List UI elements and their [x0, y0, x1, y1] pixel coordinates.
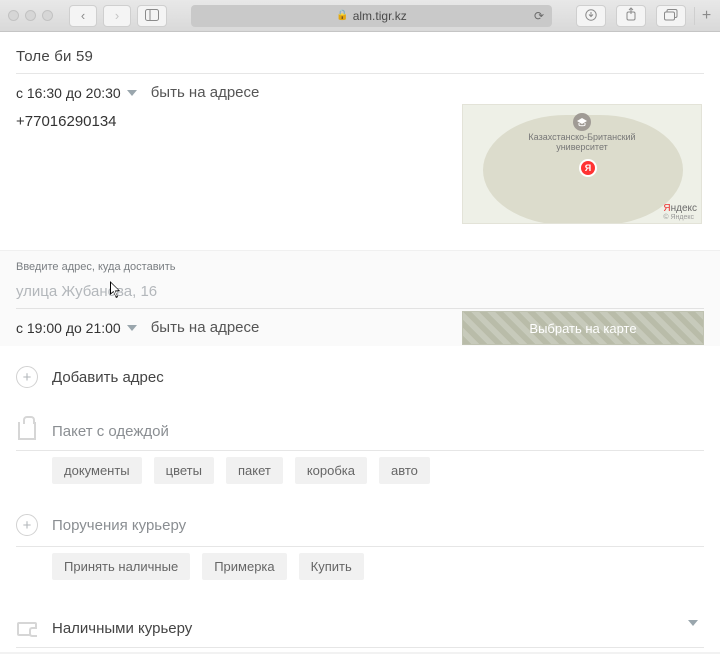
share-icon [625, 7, 637, 24]
nav-forward-button[interactable]: › [103, 5, 131, 27]
pickup-time-select[interactable]: с 16:30 до 20:30 [16, 85, 137, 101]
pickup-address: Толе би 59 [16, 48, 704, 65]
payment-title: Наличными курьеру [52, 620, 192, 637]
reload-icon[interactable]: ⟳ [534, 9, 544, 23]
wallet-icon [17, 622, 37, 636]
lock-icon: 🔒 [336, 10, 348, 21]
add-task-button[interactable]: + [16, 514, 38, 536]
window-controls [8, 10, 53, 21]
chevron-left-icon: ‹ [81, 8, 85, 23]
pickup-time-label: с 16:30 до 20:30 [16, 85, 121, 101]
chip-fitting[interactable]: Примерка [202, 553, 286, 580]
chip-box[interactable]: коробка [295, 457, 367, 484]
chip-buy[interactable]: Купить [299, 553, 364, 580]
add-address-button[interactable]: + [16, 366, 38, 388]
chevron-down-icon [688, 620, 698, 642]
chevron-right-icon: › [115, 8, 119, 23]
chip-accept-cash[interactable]: Принять наличные [52, 553, 190, 580]
window-close-dot[interactable] [8, 10, 19, 21]
chevron-down-icon [127, 90, 137, 96]
share-button[interactable] [616, 5, 646, 27]
tasks-chips: Принять наличные Примерка Купить [16, 547, 704, 586]
pickup-note: быть на адресе [151, 84, 260, 101]
tasks-title: Поручения курьеру [52, 517, 186, 534]
package-title: Пакет с одеждой [52, 423, 169, 440]
delivery-address-label: Введите адрес, куда доставить [16, 261, 704, 273]
choose-on-map-button[interactable]: Выбрать на карте [462, 311, 704, 345]
graduation-cap-icon [573, 113, 591, 131]
downloads-button[interactable] [576, 5, 606, 27]
chip-bag[interactable]: пакет [226, 457, 283, 484]
bag-icon [18, 422, 36, 440]
delivery-time-select[interactable]: с 19:00 до 21:00 [16, 320, 137, 336]
chevron-down-icon [127, 325, 137, 331]
pickup-map[interactable]: Казахстанско-Британский университет Я Ян… [462, 104, 702, 224]
add-address-title: Добавить адрес [52, 369, 164, 386]
sidebar-toggle-button[interactable] [137, 5, 167, 27]
plus-icon: + [23, 370, 32, 385]
delivery-address-input[interactable] [16, 273, 704, 309]
sidebar-icon [145, 8, 159, 24]
new-tab-button[interactable]: + [694, 7, 712, 25]
download-icon [585, 8, 597, 24]
tabs-icon [664, 8, 678, 24]
map-attribution: Яндекс © Яндекс [663, 203, 697, 221]
chip-flowers[interactable]: цветы [154, 457, 214, 484]
nav-back-button[interactable]: ‹ [69, 5, 97, 27]
url-host: alm.tigr.kz [353, 9, 407, 23]
plus-icon: + [23, 518, 32, 533]
url-bar[interactable]: 🔒 alm.tigr.kz ⟳ [191, 5, 552, 27]
browser-toolbar: ‹ › 🔒 alm.tigr.kz ⟳ [0, 0, 720, 32]
chip-auto[interactable]: авто [379, 457, 430, 484]
window-max-dot[interactable] [42, 10, 53, 21]
delivery-note: быть на адресе [151, 319, 260, 336]
map-pin-icon: Я [581, 161, 595, 175]
tabs-button[interactable] [656, 5, 686, 27]
map-poi-label: Казахстанско-Британский университет [517, 133, 647, 153]
delivery-time-label: с 19:00 до 21:00 [16, 320, 121, 336]
plus-icon: + [702, 7, 711, 25]
chip-documents[interactable]: документы [52, 457, 142, 484]
payment-select[interactable]: Наличными курьеру [16, 608, 704, 648]
package-chips: документы цветы пакет коробка авто [16, 451, 704, 490]
window-min-dot[interactable] [25, 10, 36, 21]
